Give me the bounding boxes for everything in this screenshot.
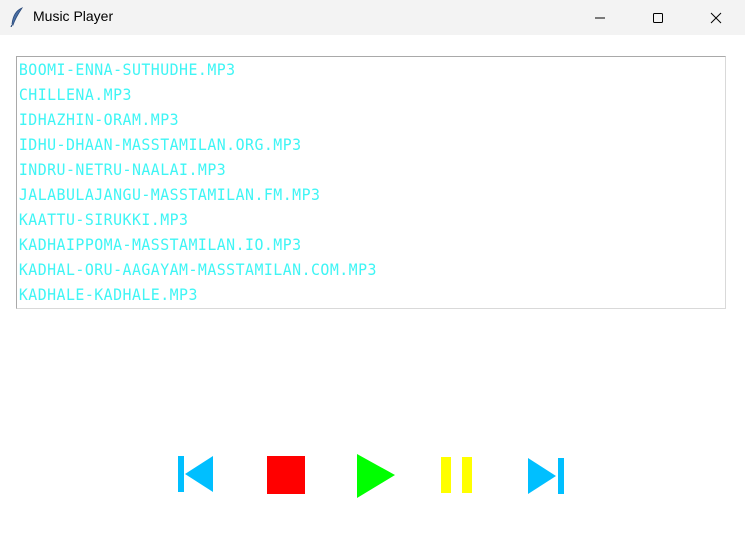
stop-button[interactable]	[264, 452, 308, 498]
playlist-item[interactable]: KADHAL-ORU-AAGAYAM-MASSTAMILAN.COM.MP3	[17, 257, 675, 282]
playlist-item[interactable]: INDRU-NETRU-NAALAI.MP3	[17, 157, 675, 182]
playback-controls	[0, 452, 745, 502]
close-icon	[710, 12, 722, 24]
pause-button[interactable]	[437, 452, 481, 498]
playlist-item[interactable]: KADHAIPPOMA-MASSTAMILAN.IO.MP3	[17, 232, 675, 257]
title-bar[interactable]: Music Player	[0, 0, 745, 35]
next-button[interactable]	[526, 452, 570, 498]
playlist-item[interactable]: IDHAZHIN-ORAM.MP3	[17, 107, 675, 132]
minimize-icon	[595, 17, 605, 19]
playlist-item[interactable]: KADHALE-KADHALE.MP3	[17, 282, 675, 307]
music-player-window: Music Player BOOMI-ENNA-SUTHUDHE.MP3 CHI…	[0, 0, 745, 547]
feather-icon	[10, 7, 24, 28]
stop-icon	[267, 456, 305, 494]
playlist-item[interactable]: KAATTU-SIRUKKI.MP3	[17, 207, 675, 232]
skip-next-icon	[528, 458, 564, 494]
previous-button[interactable]	[176, 452, 220, 498]
playlist-item[interactable]: IDHU-DHAAN-MASSTAMILAN.ORG.MP3	[17, 132, 675, 157]
play-button[interactable]	[354, 452, 398, 498]
maximize-button[interactable]	[629, 0, 687, 35]
maximize-icon	[653, 13, 663, 23]
playlist-item[interactable]: BOOMI-ENNA-SUTHUDHE.MP3	[17, 57, 675, 82]
playlist-listbox[interactable]: BOOMI-ENNA-SUTHUDHE.MP3 CHILLENA.MP3 IDH…	[16, 56, 726, 309]
window-title: Music Player	[33, 8, 114, 24]
playlist-item[interactable]: CHILLENA.MP3	[17, 82, 675, 107]
play-icon	[357, 454, 395, 498]
minimize-button[interactable]	[571, 0, 629, 35]
playlist-item[interactable]: JALABULAJANGU-MASSTAMILAN.FM.MP3	[17, 182, 675, 207]
close-button[interactable]	[687, 0, 745, 35]
skip-previous-icon	[178, 456, 213, 492]
pause-icon	[441, 457, 472, 493]
